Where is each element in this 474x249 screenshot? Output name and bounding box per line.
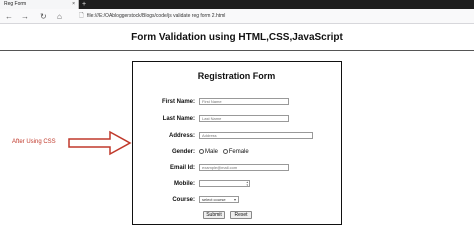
registration-form: Registration Form First Name: Last Name:… bbox=[132, 61, 342, 225]
submit-button[interactable]: Submit bbox=[203, 211, 225, 219]
tab-title: Reg Form bbox=[4, 1, 27, 7]
home-icon[interactable]: ⌂ bbox=[57, 11, 62, 22]
course-select[interactable]: select course ▾ bbox=[199, 196, 239, 203]
mobile-label: Mobile: bbox=[174, 181, 195, 187]
form-title: Registration Form bbox=[197, 71, 276, 81]
first-name-label: First Name: bbox=[161, 99, 195, 105]
reset-button[interactable]: Reset bbox=[230, 211, 252, 219]
gender-radio-group: Male Female bbox=[199, 148, 252, 156]
nav-bar: ← → ↻ ⌂ 🗋 file:///E:/OAbloggerstock/Blog… bbox=[0, 9, 474, 24]
heading-divider bbox=[0, 50, 474, 51]
gender-female-label: Female bbox=[228, 149, 249, 155]
tab-bar: Reg Form × + bbox=[0, 0, 474, 9]
last-name-input[interactable] bbox=[199, 115, 289, 122]
back-icon[interactable]: ← bbox=[5, 11, 13, 22]
last-name-label: Last Name: bbox=[162, 116, 195, 122]
file-icon: 🗋 bbox=[79, 13, 84, 19]
annotation-arrow-icon bbox=[68, 130, 132, 156]
address-input[interactable] bbox=[199, 132, 313, 139]
gender-male-radio[interactable] bbox=[199, 148, 204, 154]
address-label: Address: bbox=[168, 133, 195, 139]
annotation-label: After Using CSS bbox=[12, 139, 56, 145]
course-label: Course: bbox=[172, 197, 195, 203]
tab-reg-form[interactable]: Reg Form × bbox=[0, 0, 79, 9]
mobile-input[interactable]: ▴ ▾ bbox=[199, 180, 250, 187]
url-text: file:///E:/OAbloggerstock/Blogs/code/js … bbox=[87, 13, 226, 19]
address-bar[interactable]: 🗋 file:///E:/OAbloggerstock/Blogs/code/j… bbox=[78, 12, 474, 21]
page-title: Form Validation using HTML,CSS,JavaScrip… bbox=[131, 32, 343, 43]
close-icon[interactable]: × bbox=[72, 1, 75, 8]
gender-female-radio[interactable] bbox=[222, 148, 228, 154]
email-input[interactable] bbox=[199, 164, 289, 171]
reload-icon[interactable]: ↻ bbox=[40, 11, 47, 22]
forward-icon[interactable]: → bbox=[21, 11, 29, 22]
gender-label: Gender: bbox=[171, 149, 195, 155]
spinner-icon[interactable]: ▴ ▾ bbox=[246, 181, 248, 187]
email-label: Email Id: bbox=[169, 165, 195, 171]
chevron-down-icon: ▾ bbox=[233, 197, 236, 202]
first-name-input[interactable] bbox=[199, 98, 289, 105]
new-tab-button[interactable]: + bbox=[82, 0, 86, 9]
gender-male-label: Male bbox=[205, 149, 219, 155]
course-selected-value: select course bbox=[202, 197, 226, 202]
